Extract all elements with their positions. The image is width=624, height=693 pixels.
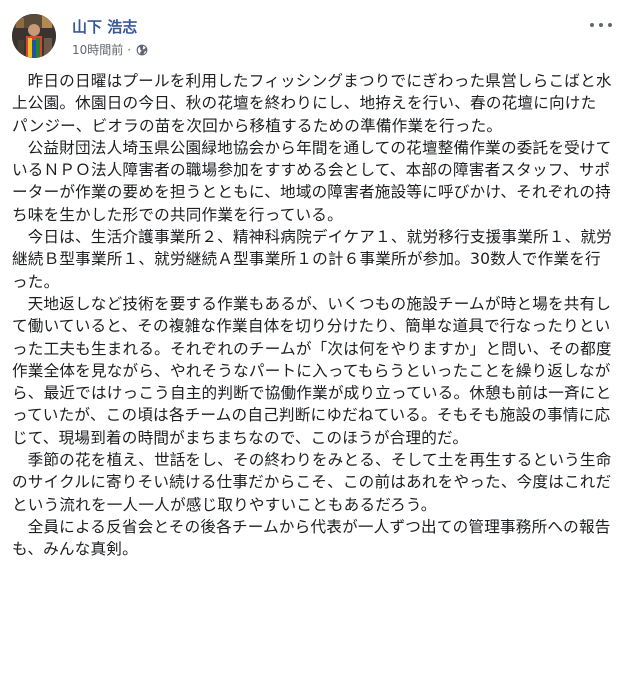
more-dot (608, 23, 612, 27)
post-meta: 10時間前 · (72, 42, 148, 58)
post-paragraph: 季節の花を植え、世話をし、その終わりをみとる、そして土を再生するという生命のサイ… (12, 451, 612, 514)
post-paragraph: 今日は、生活介護事業所２、精神科病院デイケア１、就労移行支援事業所１、就労継続Ｂ… (12, 228, 612, 291)
facebook-post: 山下 浩志 10時間前 · 昨日の日曜はプールを利用したフィッシングまつりでにぎ… (0, 0, 624, 693)
post-paragraph: 天地返しなど技術を要する作業もあるが、いくつもの施設チームが時と場を共有して働い… (12, 294, 612, 447)
post-body: 昨日の日曜はプールを利用したフィッシングまつりでにぎわった県営しらこばと水上公園… (12, 70, 612, 561)
author-name[interactable]: 山下 浩志 (72, 18, 137, 36)
more-dot (590, 23, 594, 27)
meta-separator: · (127, 43, 132, 57)
more-options-icon[interactable] (590, 18, 612, 32)
post-header: 山下 浩志 10時間前 · (12, 14, 612, 62)
avatar[interactable] (12, 14, 56, 58)
post-timestamp[interactable]: 10時間前 (72, 42, 123, 58)
post-paragraph: 公益財団法人埼玉県公園緑地協会から年間を通しての花壇整備作業の委託を受けているＮ… (12, 138, 612, 224)
avatar-photo (12, 14, 56, 58)
post-paragraph: 昨日の日曜はプールを利用したフィッシングまつりでにぎわった県営しらこばと水上公園… (12, 72, 612, 135)
globe-icon[interactable] (136, 44, 148, 56)
more-dot (599, 23, 603, 27)
post-paragraph: 全員による反省会とその後各チームから代表が一人ずつ出ての管理事務所への報告も、み… (12, 517, 611, 559)
